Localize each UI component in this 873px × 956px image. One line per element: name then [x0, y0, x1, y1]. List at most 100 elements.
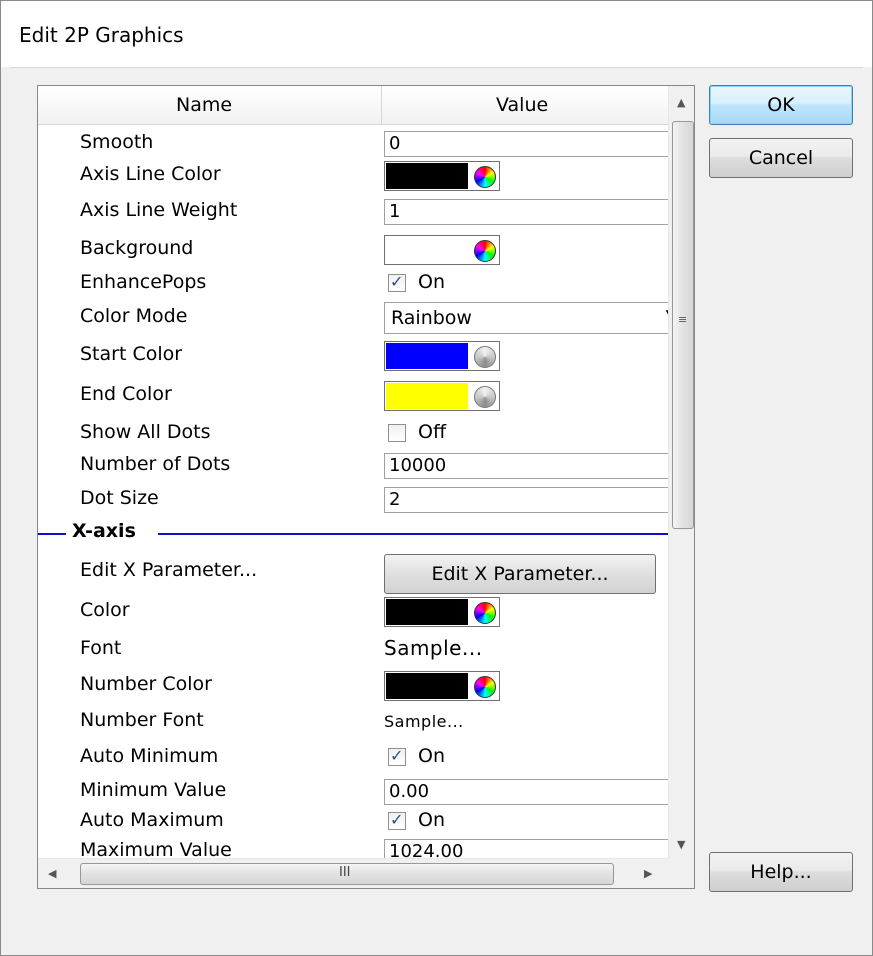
section-label: X-axis	[72, 520, 136, 542]
enhancepops-checkbox[interactable]: ✓	[388, 272, 406, 292]
scroll-right-arrow-icon[interactable]: ▶	[644, 867, 652, 880]
auto-maximum-checkbox[interactable]: ✓	[388, 810, 406, 830]
vertical-scroll-thumb[interactable]: ≡	[672, 121, 694, 529]
axis-line-color-color-picker[interactable]	[384, 161, 500, 191]
horizontal-scrollbar[interactable]: ◀ III ▶	[38, 858, 668, 888]
color-swatch	[386, 673, 468, 699]
scroll-down-arrow-icon[interactable]: ▼	[677, 838, 685, 851]
property-row-smooth: Smooth 0	[38, 126, 669, 160]
color-swatch	[386, 163, 468, 189]
checkbox-state-label: On	[418, 745, 445, 767]
vertical-scrollbar[interactable]: ▲ ≡ ▼	[668, 86, 694, 858]
scroll-up-arrow-icon[interactable]: ▲	[677, 96, 685, 109]
property-row-enhancepops: EnhancePops ✓ On	[38, 266, 668, 300]
property-value: Sample...	[384, 704, 668, 738]
smooth-field[interactable]: 0	[384, 131, 669, 157]
color-color-picker[interactable]	[384, 597, 500, 627]
dot-size-field[interactable]: 2	[384, 487, 669, 513]
number-font-sample[interactable]: Sample...	[384, 712, 464, 731]
property-row-auto-maximum: Auto Maximum ✓ On	[38, 804, 668, 838]
property-row-color: Color	[38, 594, 668, 628]
scroll-left-arrow-icon[interactable]: ◀	[48, 867, 56, 880]
color-wheel-icon[interactable]	[474, 386, 496, 408]
column-header-value[interactable]: Value	[496, 94, 548, 116]
color-wheel-icon[interactable]	[474, 676, 496, 698]
dropdown-selected-value: Rainbow	[391, 307, 472, 329]
property-row-auto-minimum: Auto Minimum ✓ On	[38, 740, 668, 774]
property-value: 10000	[384, 448, 669, 482]
property-row-axis-line-weight: Axis Line Weight 1	[38, 194, 669, 228]
grid-header: Name Value	[38, 86, 668, 125]
property-name: Axis Line Weight	[80, 199, 238, 221]
property-name: Color Mode	[80, 305, 188, 327]
color-wheel-icon[interactable]	[474, 240, 496, 262]
property-value	[384, 594, 668, 628]
property-name: Number Font	[80, 709, 204, 731]
property-value: ✓ On	[384, 266, 668, 300]
background-color-picker[interactable]	[384, 235, 500, 265]
column-header-name[interactable]: Name	[176, 94, 232, 116]
property-name: Number of Dots	[80, 453, 231, 475]
show-all-dots-checkbox[interactable]	[388, 424, 406, 442]
property-value: 2	[384, 482, 669, 516]
property-row-dot-size: Dot Size 2	[38, 482, 669, 516]
color-swatch	[386, 343, 468, 369]
property-value: 1	[384, 194, 669, 228]
checkbox-state-label: On	[418, 809, 445, 831]
property-value: Sample...	[384, 632, 668, 666]
section-header-x-axis: X-axis	[38, 516, 668, 550]
property-name: Axis Line Color	[80, 163, 221, 185]
cancel-button[interactable]: Cancel	[709, 138, 853, 178]
start-color-color-picker[interactable]	[384, 341, 500, 371]
scroll-grip-icon: ≡	[678, 313, 688, 326]
end-color-color-picker[interactable]	[384, 381, 500, 411]
property-row-number-of-dots: Number of Dots 10000	[38, 448, 669, 482]
edit-x-parameter-button[interactable]: Edit X Parameter...	[384, 554, 656, 594]
property-name: Edit X Parameter...	[80, 559, 258, 581]
property-row-show-all-dots: Show All Dots Off	[38, 416, 668, 450]
color-wheel-icon[interactable]	[474, 346, 496, 368]
property-row-minimum-value: Minimum Value 0.00	[38, 774, 669, 808]
property-row-number-color: Number Color	[38, 668, 668, 702]
checkbox-state-label: On	[418, 271, 445, 293]
edit-2p-graphics-dialog: Edit 2P Graphics Name Value Smooth 0 Axis …	[0, 0, 873, 956]
property-name: Show All Dots	[80, 421, 211, 443]
color-wheel-icon[interactable]	[474, 602, 496, 624]
horizontal-scroll-thumb[interactable]: III	[80, 863, 614, 885]
scrollbar-corner	[668, 858, 694, 888]
property-value	[384, 668, 668, 702]
color-swatch	[386, 599, 468, 625]
property-value: Rainbow▼	[384, 300, 675, 334]
property-value	[384, 158, 668, 192]
window-title: Edit 2P Graphics	[19, 23, 184, 47]
property-value: 0	[384, 126, 669, 160]
color-swatch	[386, 237, 468, 263]
property-row-color-mode: Color Mode Rainbow▼	[38, 300, 675, 334]
scroll-grip-icon: III	[339, 865, 351, 880]
help-button[interactable]: Help...	[709, 852, 853, 892]
property-name: Auto Maximum	[80, 809, 224, 831]
property-value: ✓ On	[384, 740, 668, 774]
property-name: Minimum Value	[80, 779, 227, 801]
property-name: Background	[80, 237, 194, 259]
color-mode-dropdown[interactable]: Rainbow▼	[384, 302, 675, 334]
property-name: Auto Minimum	[80, 745, 219, 767]
property-value: Off	[384, 416, 668, 450]
axis-line-weight-field[interactable]: 1	[384, 199, 669, 225]
minimum-value-field[interactable]: 0.00	[384, 779, 669, 805]
property-name: Font	[80, 637, 122, 659]
number-of-dots-field[interactable]: 10000	[384, 453, 669, 479]
auto-minimum-checkbox[interactable]: ✓	[388, 746, 406, 766]
color-wheel-icon[interactable]	[474, 166, 496, 188]
title-bar[interactable]: Edit 2P Graphics	[1, 1, 872, 67]
column-divider[interactable]	[381, 86, 382, 124]
number-color-color-picker[interactable]	[384, 671, 500, 701]
property-value: Edit X Parameter...	[384, 554, 668, 594]
property-row-axis-line-color: Axis Line Color	[38, 158, 668, 192]
property-row-start-color: Start Color	[38, 338, 668, 372]
font-sample[interactable]: Sample...	[384, 636, 483, 660]
ok-button[interactable]: OK	[709, 85, 853, 125]
property-name: Color	[80, 599, 130, 621]
property-name: Start Color	[80, 343, 183, 365]
section-divider-line	[38, 533, 66, 535]
